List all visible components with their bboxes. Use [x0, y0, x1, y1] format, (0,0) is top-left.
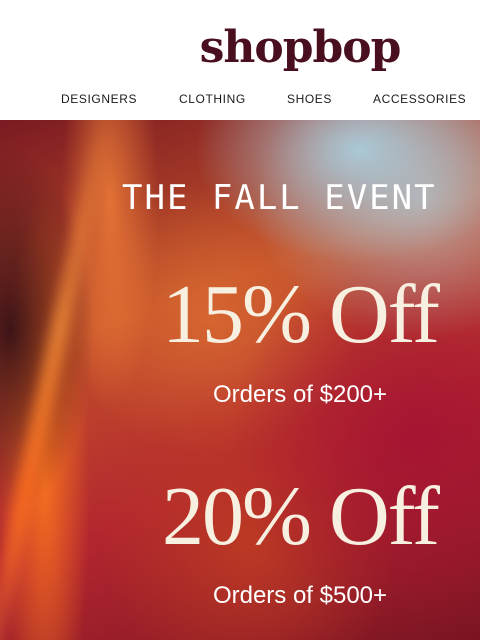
offer-discount-20: 20% Off [161, 470, 440, 563]
fall-event-hero-banner[interactable]: THE FALL EVENT 15% Off Orders of $200+ 2… [0, 120, 480, 640]
offer-condition-500: Orders of $500+ [212, 582, 388, 609]
event-title: THE FALL EVENT [122, 178, 437, 218]
offer-discount-15: 15% Off [161, 268, 440, 361]
top-nav: DESIGNERS CLOTHING SHOES ACCESSORIES [0, 92, 480, 110]
email-page: shopbop DESIGNERS CLOTHING SHOES ACCESSO… [0, 0, 480, 640]
nav-item-shoes[interactable]: SHOES [287, 92, 332, 106]
nav-item-designers[interactable]: DESIGNERS [61, 92, 137, 106]
header: shopbop DESIGNERS CLOTHING SHOES ACCESSO… [0, 0, 480, 120]
offer-condition-200: Orders of $200+ [212, 381, 388, 408]
nav-item-accessories[interactable]: ACCESSORIES [373, 92, 466, 106]
shopbop-logo[interactable]: shopbop [0, 22, 480, 74]
nav-item-clothing[interactable]: CLOTHING [179, 92, 246, 106]
